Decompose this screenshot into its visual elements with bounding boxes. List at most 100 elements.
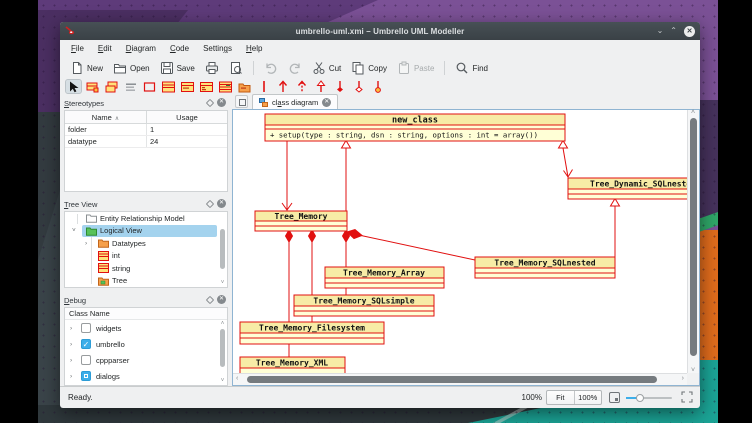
tree-item-tree[interactable]: Tree — [65, 275, 227, 288]
tool-entity[interactable] — [218, 80, 233, 93]
debug-column-header[interactable]: Class Name — [65, 308, 227, 320]
scrollbar-thumb[interactable] — [220, 229, 225, 269]
class-box-tree-memory-sqlnested[interactable]: Tree_Memory_SQLnested — [475, 257, 615, 278]
debug-header[interactable]: Debug ✕ — [64, 293, 228, 307]
zoom-page-icon[interactable] — [609, 392, 620, 403]
tool-package[interactable] — [237, 80, 252, 93]
scrollbar-thumb[interactable] — [220, 329, 225, 367]
class-box-tree-dynamic-sqlnested[interactable]: Tree_Dynamic_SQLnested — [568, 178, 687, 199]
edge-comp-treememory-sqlnested[interactable] — [361, 236, 475, 261]
zoom-100-button[interactable]: 100% — [574, 391, 602, 404]
expand-arrow-icon[interactable]: › — [70, 373, 72, 380]
tree-item-logical-view[interactable]: ˅ Logical View — [65, 225, 227, 238]
close-panel-icon[interactable]: ✕ — [217, 199, 226, 208]
class-box-tree-memory-sqlsimple[interactable]: Tree_Memory_SQLsimple — [294, 295, 434, 316]
titlebar[interactable]: umbrello-uml.xmi – Umbrello UML Modeller… — [60, 22, 700, 40]
expand-arrow-icon[interactable]: › — [85, 240, 87, 247]
debug-item-widgets[interactable]: › widgets — [65, 320, 227, 336]
maximize-button[interactable]: ⌃ — [670, 27, 677, 35]
float-panel-icon[interactable] — [206, 98, 214, 106]
tool-class[interactable] — [161, 80, 176, 93]
float-panel-icon[interactable] — [206, 295, 214, 303]
diagram-canvas[interactable]: new_class + setup(type : string, dsn : s… — [232, 109, 700, 386]
column-usage[interactable]: Usage — [147, 111, 227, 124]
debug-scrollbar[interactable]: ˄ ˅ — [219, 309, 226, 384]
menu-code[interactable]: Code — [163, 42, 196, 55]
expand-arrow-icon[interactable]: › — [70, 341, 72, 348]
close-button[interactable]: ✕ — [684, 26, 695, 37]
tree-item-string[interactable]: string — [65, 262, 227, 275]
class-box-tree-memory[interactable]: Tree_Memory — [255, 211, 347, 231]
fullscreen-icon[interactable] — [681, 391, 693, 403]
scrollbar-thumb[interactable] — [247, 376, 657, 383]
column-name[interactable]: Name∧ — [65, 111, 147, 123]
tool-enum[interactable] — [199, 80, 214, 93]
tool-datatype[interactable] — [180, 80, 195, 93]
redo-button[interactable] — [284, 59, 306, 77]
checkbox-unchecked[interactable] — [81, 355, 91, 365]
tree-item-datatypes[interactable]: › Datatypes — [65, 237, 227, 250]
paste-button[interactable]: Paste — [393, 59, 438, 77]
collapse-arrow-icon[interactable]: ˅ — [72, 227, 76, 234]
open-button[interactable]: Open — [109, 59, 154, 77]
class-box-tree-memory-array[interactable]: Tree_Memory_Array — [325, 267, 444, 288]
fit-button[interactable]: Fit — [547, 391, 574, 404]
checkbox-unchecked[interactable] — [81, 323, 91, 333]
close-panel-icon[interactable]: ✕ — [217, 295, 226, 304]
close-panel-icon[interactable]: ✕ — [217, 98, 226, 107]
copy-button[interactable]: Copy — [347, 59, 391, 77]
float-panel-icon[interactable] — [206, 199, 214, 207]
cut-button[interactable]: Cut — [308, 59, 345, 77]
tool-text[interactable] — [123, 80, 138, 93]
expand-arrow-icon[interactable]: › — [70, 325, 72, 332]
tab-class-diagram[interactable]: class diagram ✕ — [252, 94, 338, 109]
menu-settings[interactable]: Settings — [196, 42, 239, 55]
stereotypes-table-header[interactable]: Name∧ Usage — [65, 111, 227, 124]
stereotypes-header[interactable]: Stereotypes ✕ — [64, 96, 228, 110]
tool-dependency[interactable] — [294, 80, 309, 93]
tree-item-entity-relationship-model[interactable]: Entity Relationship Model — [65, 212, 227, 225]
checkbox-partial[interactable] — [81, 371, 91, 381]
tool-object[interactable] — [85, 80, 100, 93]
scrollbar-thumb[interactable] — [690, 118, 697, 356]
class-box-tree-memory-xml[interactable]: Tree_Memory_XML — [240, 357, 345, 374]
treeview-header[interactable]: Tree View ✕ — [64, 197, 228, 211]
zoom-slider-handle[interactable] — [636, 394, 644, 402]
scroll-down-icon[interactable]: ˅ — [219, 280, 226, 286]
tree-item-int[interactable]: int — [65, 250, 227, 263]
class-box-new-class[interactable]: new_class + setup(type : string, dsn : s… — [265, 114, 565, 141]
print-preview-button[interactable] — [225, 59, 247, 77]
canvas-horizontal-scrollbar[interactable]: ‹ › — [233, 373, 687, 385]
tool-containment[interactable] — [370, 80, 385, 93]
zoom-slider[interactable] — [626, 397, 672, 399]
scroll-down-icon[interactable]: ˅ — [219, 378, 226, 384]
menu-edit[interactable]: Edit — [91, 42, 119, 55]
minimize-button[interactable]: ⌄ — [657, 27, 664, 35]
class-box-tree-memory-filesystem[interactable]: Tree_Memory_Filesystem — [240, 322, 384, 344]
debug-item-umbrello[interactable]: › ✓ umbrello — [65, 336, 227, 352]
menu-help[interactable]: Help — [239, 42, 269, 55]
new-button[interactable]: New — [66, 59, 107, 77]
detach-tab-button[interactable] — [235, 95, 248, 108]
menu-file[interactable]: File — [64, 42, 91, 55]
table-row[interactable]: datatype 24 — [65, 136, 227, 148]
debug-item-cppparser[interactable]: › cppparser — [65, 352, 227, 368]
tool-composition[interactable] — [332, 80, 347, 93]
tool-association[interactable] — [256, 80, 271, 93]
scroll-right-icon[interactable]: › — [682, 375, 684, 382]
tool-select[interactable] — [66, 80, 81, 93]
tool-generalization[interactable] — [313, 80, 328, 93]
debug-item-dialogs[interactable]: › dialogs — [65, 368, 227, 384]
menu-diagram[interactable]: Diagram — [119, 42, 163, 55]
expand-arrow-icon[interactable]: › — [70, 357, 72, 364]
treeview-scrollbar[interactable]: ˅ — [219, 213, 226, 286]
scroll-up-icon[interactable]: ˄ — [219, 321, 226, 327]
undo-button[interactable] — [260, 59, 282, 77]
tool-instance[interactable] — [104, 80, 119, 93]
tool-box[interactable] — [142, 80, 157, 93]
close-tab-icon[interactable]: ✕ — [322, 98, 331, 107]
print-button[interactable] — [201, 59, 223, 77]
table-row[interactable]: folder 1 — [65, 124, 227, 136]
scroll-left-icon[interactable]: ‹ — [236, 375, 238, 382]
tool-uni-association[interactable] — [275, 80, 290, 93]
